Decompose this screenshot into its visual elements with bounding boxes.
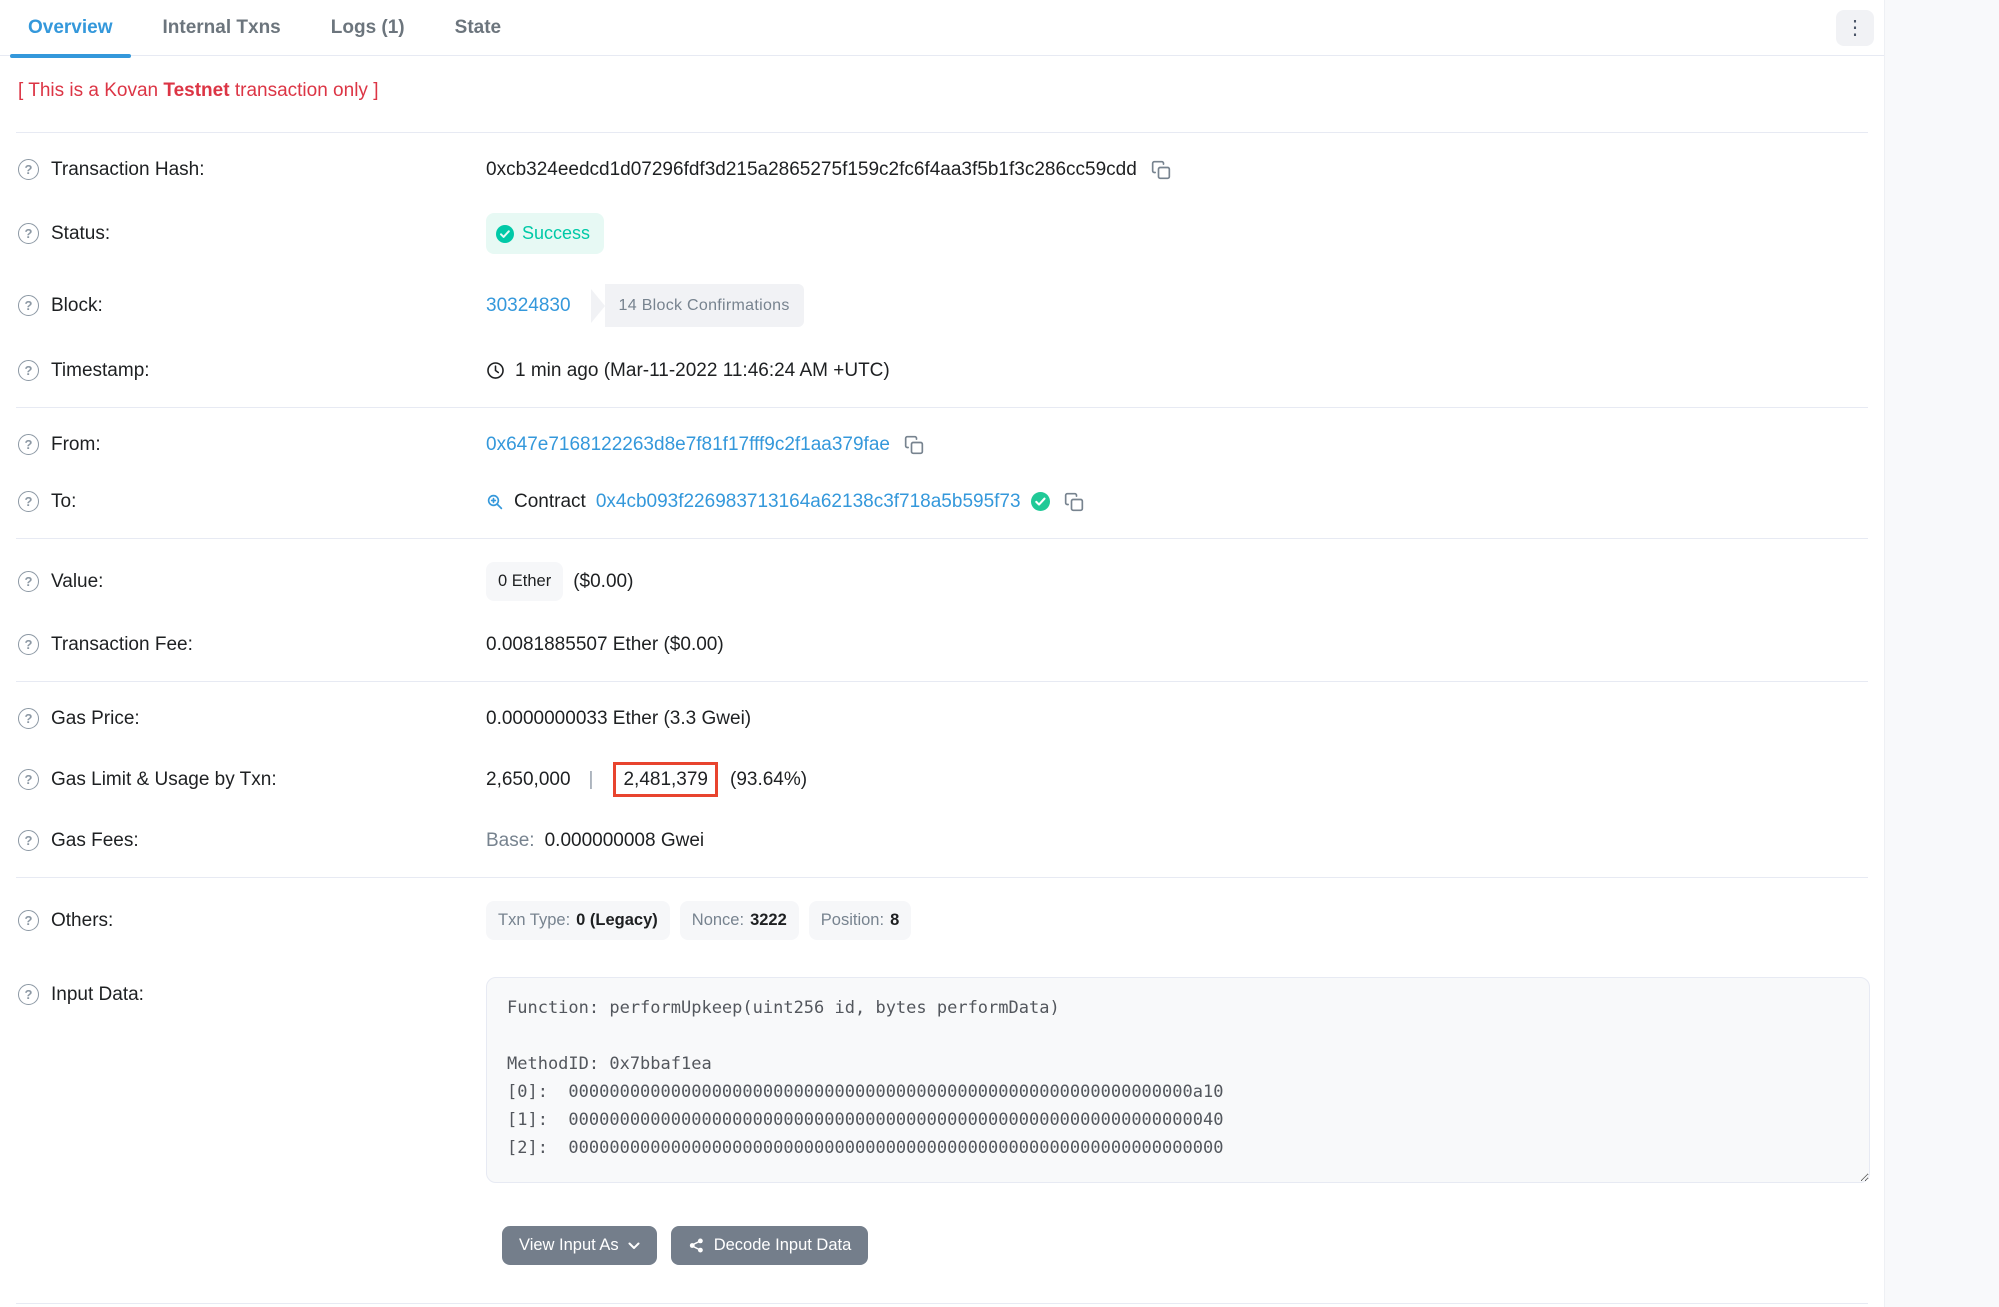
divider	[16, 407, 1868, 408]
clock-icon	[486, 361, 505, 380]
help-icon[interactable]: ?	[18, 159, 39, 180]
help-icon[interactable]: ?	[18, 223, 39, 244]
copy-icon	[904, 435, 924, 455]
input-data-label: Input Data:	[51, 981, 144, 1008]
gas-limit-label: Gas Limit & Usage by Txn:	[51, 766, 277, 793]
from-row: ? From: 0x647e7168122263d8e7f81f17fff9c2…	[16, 416, 1868, 473]
transaction-hash-value: 0xcb324eedcd1d07296fdf3d215a2865275f159c…	[486, 156, 1137, 183]
gas-price-label: Gas Price:	[51, 705, 140, 732]
confirmations-arrow-icon	[591, 289, 605, 323]
testnet-warning-row: [ This is a Kovan Testnet transaction on…	[16, 56, 1868, 124]
to-address-link[interactable]: 0x4cb093f226983713164a62138c3f718a5b595f…	[596, 488, 1021, 515]
divider	[16, 538, 1868, 539]
gas-used-value: 2,481,379	[623, 769, 708, 790]
tab-internal-txns[interactable]: Internal Txns	[145, 0, 299, 56]
status-badge: Success	[486, 213, 604, 254]
decode-icon	[688, 1237, 705, 1254]
tab-logs[interactable]: Logs (1)	[313, 0, 423, 56]
others-row: ? Others: Txn Type: 0 (Legacy) Nonce: 32…	[16, 886, 1868, 955]
copy-to-address-button[interactable]	[1064, 492, 1084, 512]
transaction-fee-row: ? Transaction Fee: 0.0081885507 Ether ($…	[16, 616, 1868, 673]
status-label: Status:	[51, 220, 110, 247]
to-contract-prefix: Contract	[514, 488, 586, 515]
gas-used-percent: (93.64%)	[730, 766, 807, 793]
verified-check-icon	[1031, 492, 1050, 511]
divider	[16, 681, 1868, 682]
nonce-badge: Nonce: 3222	[680, 901, 799, 940]
gas-limit-row: ? Gas Limit & Usage by Txn: 2,650,000 | …	[16, 747, 1868, 812]
gas-price-value: 0.0000000033 Ether (3.3 Gwei)	[486, 705, 751, 732]
value-usd: ($0.00)	[573, 568, 633, 595]
divider	[16, 1303, 1868, 1304]
help-icon[interactable]: ?	[18, 634, 39, 655]
to-label: To:	[51, 488, 76, 515]
to-row: ? To: Contract 0x4cb093f226983713164a621…	[16, 473, 1868, 530]
divider	[16, 877, 1868, 878]
help-icon[interactable]: ?	[18, 708, 39, 729]
copy-txhash-button[interactable]	[1151, 160, 1171, 180]
block-row: ? Block: 30324830 14 Block Confirmations	[16, 269, 1868, 342]
from-label: From:	[51, 431, 101, 458]
help-icon[interactable]: ?	[18, 984, 39, 1005]
block-number-link[interactable]: 30324830	[486, 292, 571, 319]
input-data-actions: View Input As Decode Input Data	[16, 1198, 1868, 1275]
more-options-button[interactable]: ⋮	[1836, 10, 1874, 46]
value-row: ? Value: 0 Ether ($0.00)	[16, 547, 1868, 616]
timestamp-value: 1 min ago (Mar-11-2022 11:46:24 AM +UTC)	[515, 357, 890, 384]
copy-from-address-button[interactable]	[904, 435, 924, 455]
check-circle-icon	[496, 225, 514, 243]
transaction-fee-value: 0.0081885507 Ether ($0.00)	[486, 631, 724, 658]
view-input-as-button[interactable]: View Input As	[502, 1226, 657, 1265]
decode-input-data-button[interactable]: Decode Input Data	[671, 1226, 869, 1265]
block-label: Block:	[51, 292, 103, 319]
transaction-fee-label: Transaction Fee:	[51, 631, 193, 658]
copy-icon	[1151, 160, 1171, 180]
from-address-link[interactable]: 0x647e7168122263d8e7f81f17fff9c2f1aa379f…	[486, 431, 890, 458]
gas-limit-separator: |	[581, 766, 602, 793]
input-data-row: ? Input Data: Function: performUpkeep(ui…	[16, 955, 1868, 1198]
timestamp-label: Timestamp:	[51, 357, 150, 384]
help-icon[interactable]: ?	[18, 434, 39, 455]
divider	[16, 132, 1868, 133]
help-icon[interactable]: ?	[18, 910, 39, 931]
contract-magnifier-icon[interactable]	[486, 493, 504, 511]
tab-overview[interactable]: Overview	[10, 0, 131, 56]
help-icon[interactable]: ?	[18, 360, 39, 381]
help-icon[interactable]: ?	[18, 769, 39, 790]
timestamp-row: ? Timestamp: 1 min ago (Mar-11-2022 11:4…	[16, 342, 1868, 399]
gas-price-row: ? Gas Price: 0.0000000033 Ether (3.3 Gwe…	[16, 690, 1868, 747]
kebab-icon: ⋮	[1845, 10, 1865, 46]
tab-state[interactable]: State	[437, 0, 519, 56]
help-icon[interactable]: ?	[18, 295, 39, 316]
input-data-textarea[interactable]: Function: performUpkeep(uint256 id, byte…	[486, 977, 1870, 1183]
gas-fees-label: Gas Fees:	[51, 827, 139, 854]
gas-used-annotation-box: 2,481,379	[613, 762, 718, 797]
help-icon[interactable]: ?	[18, 491, 39, 512]
gas-limit-value: 2,650,000	[486, 766, 571, 793]
copy-icon	[1064, 492, 1084, 512]
gas-fees-base-value: 0.000000008 Gwei	[545, 827, 705, 854]
transaction-hash-label: Transaction Hash:	[51, 156, 204, 183]
tab-bar: Overview Internal Txns Logs (1) State ⋮	[0, 0, 1884, 56]
txn-type-badge: Txn Type: 0 (Legacy)	[486, 901, 670, 940]
transaction-hash-row: ? Transaction Hash: 0xcb324eedcd1d07296f…	[16, 141, 1868, 198]
position-badge: Position: 8	[809, 901, 911, 940]
help-icon[interactable]: ?	[18, 830, 39, 851]
help-icon[interactable]: ?	[18, 571, 39, 592]
value-label: Value:	[51, 568, 103, 595]
chevron-down-icon	[628, 1242, 640, 1250]
others-label: Others:	[51, 907, 113, 934]
value-ether-badge: 0 Ether	[486, 562, 563, 601]
status-row: ? Status: Success	[16, 198, 1868, 269]
gas-fees-base-label: Base:	[486, 827, 535, 854]
block-confirmations-badge: 14 Block Confirmations	[591, 284, 804, 327]
transaction-detail-card: Overview Internal Txns Logs (1) State ⋮ …	[0, 0, 1885, 1307]
gas-fees-row: ? Gas Fees: Base: 0.000000008 Gwei	[16, 812, 1868, 869]
testnet-warning: [ This is a Kovan Testnet transaction on…	[18, 80, 378, 101]
